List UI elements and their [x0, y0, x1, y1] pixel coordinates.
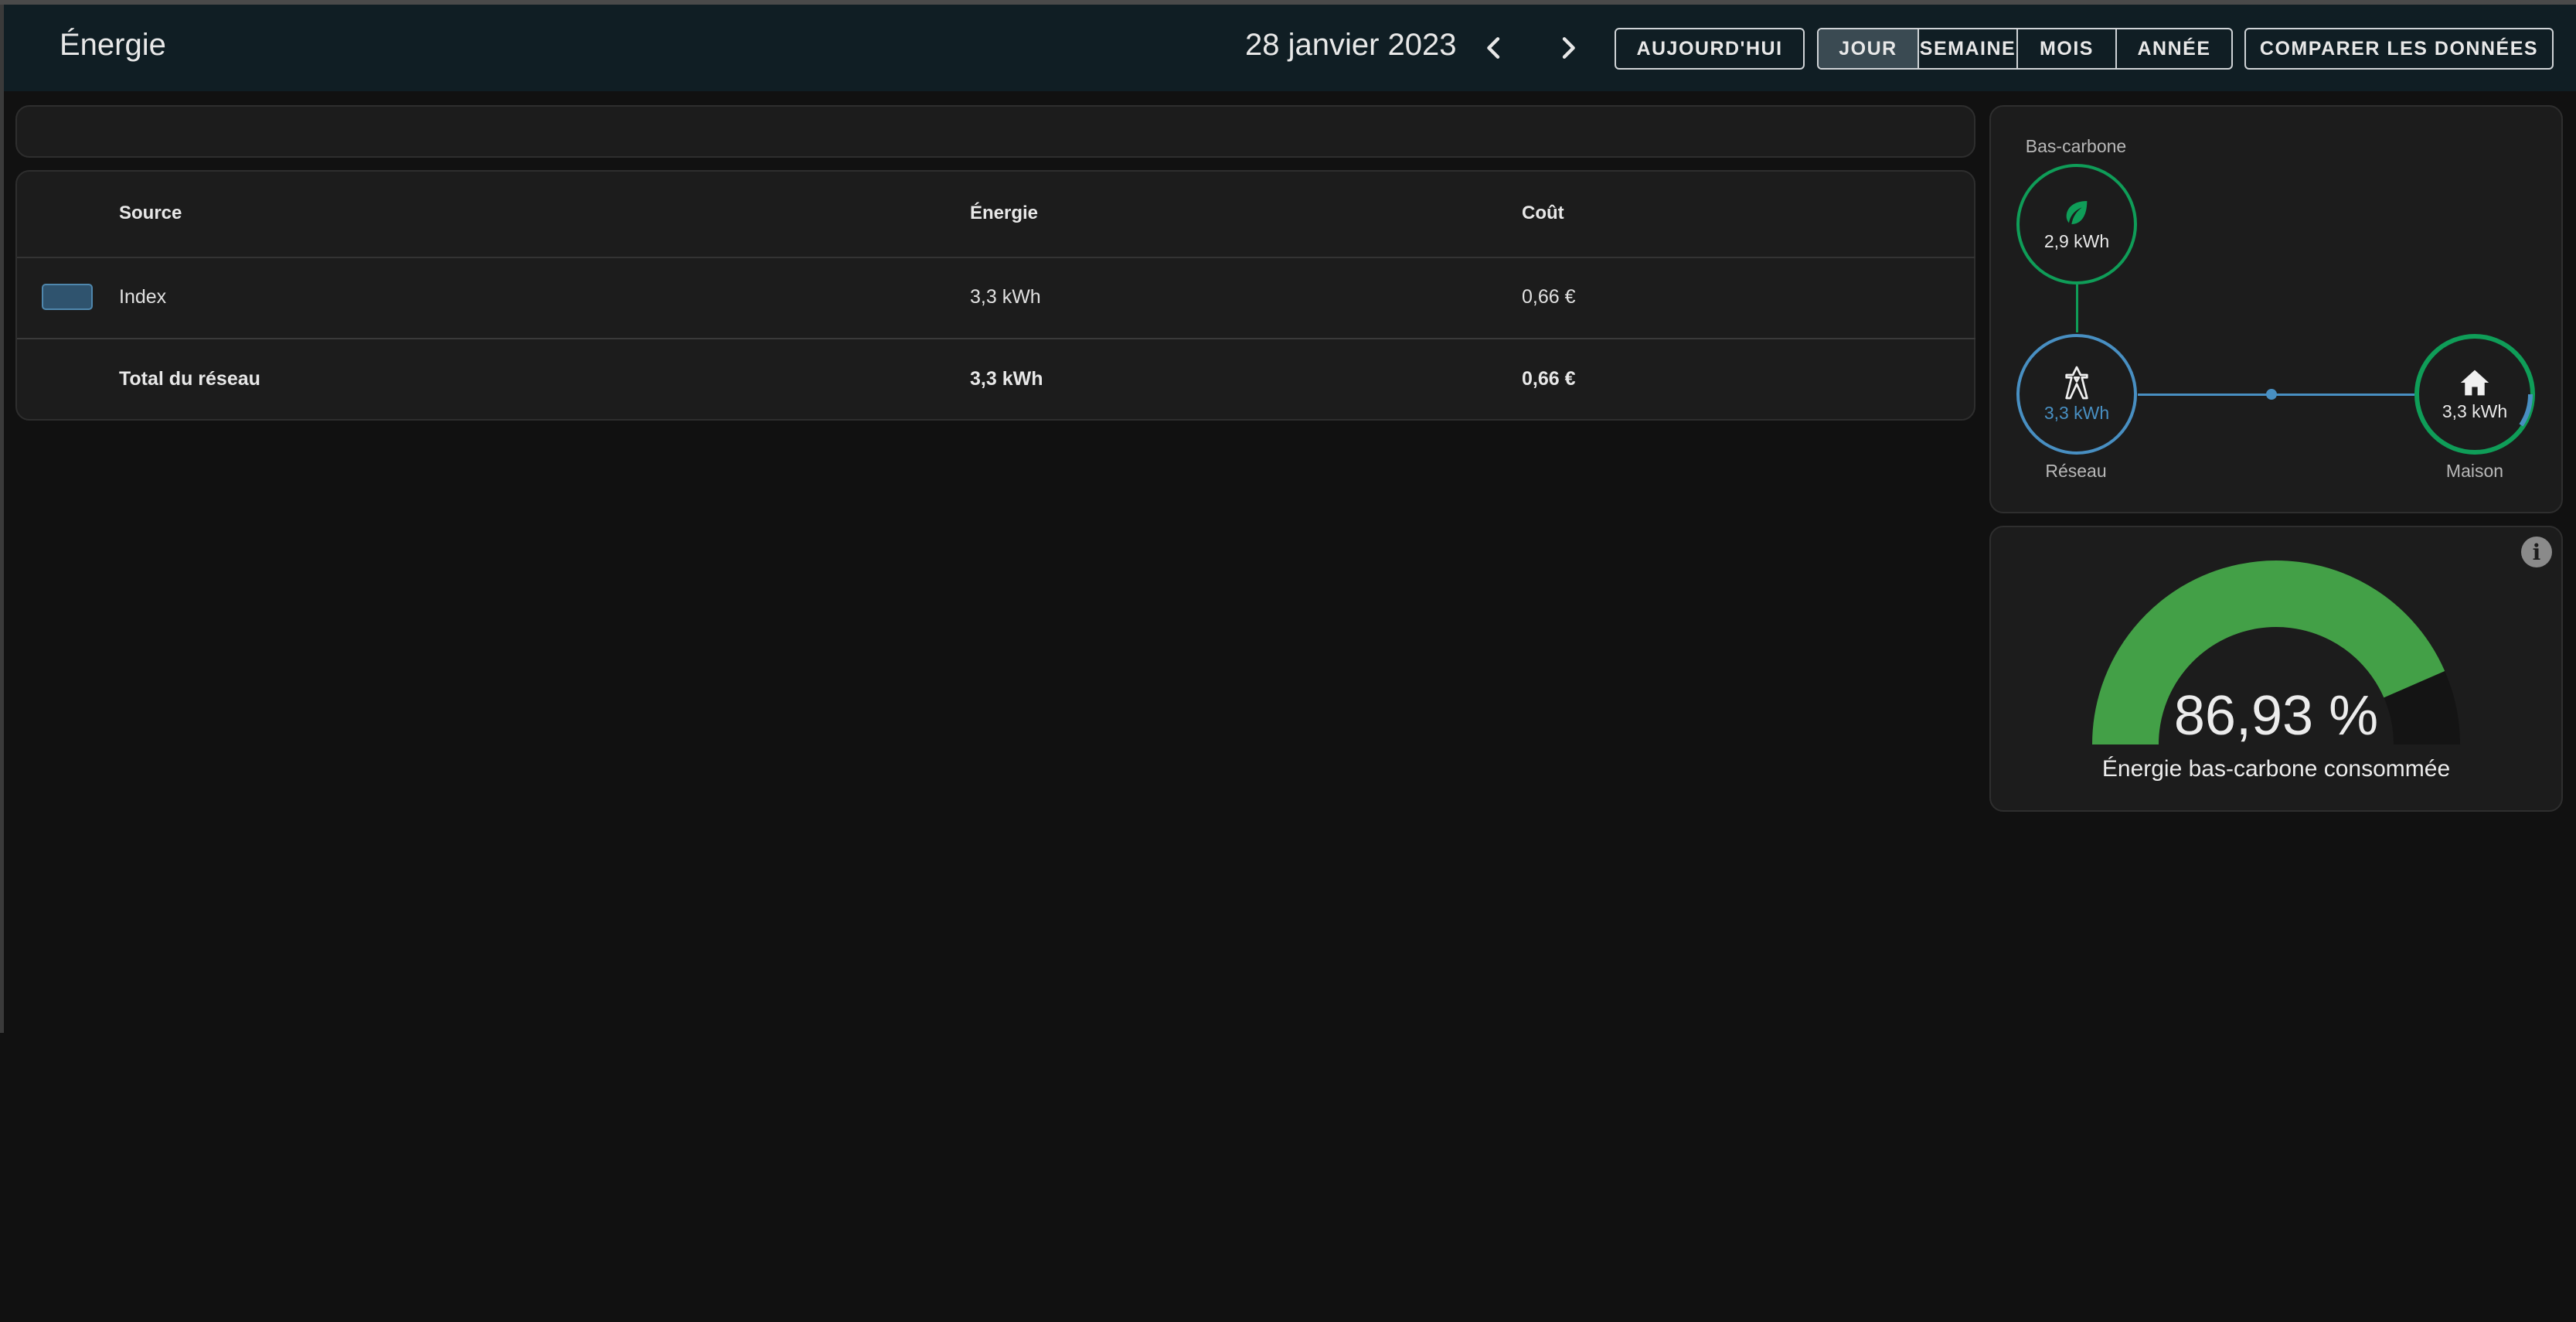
row-energy: 3,3 kWh: [970, 286, 1041, 308]
info-icon[interactable]: i: [2521, 537, 2552, 567]
page-title: Énergie: [60, 28, 166, 62]
period-selector: JOUR SEMAINE MOIS ANNÉE: [1817, 28, 2233, 70]
empty-card: [15, 105, 1975, 158]
grid-node[interactable]: 3,3 kWh: [2016, 334, 2137, 455]
total-divider: [17, 338, 1975, 339]
column-header-cost: Coût: [1522, 203, 1564, 223]
grid-value: 3,3 kWh: [2043, 402, 2110, 423]
gauge-value-text: 86,93 %: [2173, 685, 2379, 747]
flow-dot: [2266, 389, 2277, 400]
window-left-border: [0, 5, 4, 1033]
period-month-button[interactable]: MOIS: [2018, 29, 2117, 68]
grid-label: Réseau: [2045, 461, 2107, 481]
transmission-tower-icon: [2065, 366, 2088, 399]
column-header-energy: Énergie: [970, 203, 1039, 223]
gauge-caption: Énergie bas-carbone consommée: [2101, 756, 2451, 782]
period-year-button[interactable]: ANNÉE: [2117, 29, 2231, 68]
current-date: 28 janvier 2023: [1245, 28, 1457, 62]
period-day-button[interactable]: JOUR: [1819, 29, 1919, 68]
total-cost: 0,66 €: [1522, 368, 1576, 390]
low-carbon-flow-line: [2076, 285, 2078, 332]
low-carbon-node[interactable]: 2,9 kWh: [2016, 164, 2137, 285]
header-divider: [17, 257, 1975, 258]
row-cost: 0,66 €: [1522, 286, 1576, 308]
total-energy: 3,3 kWh: [970, 368, 1043, 390]
top-app-bar: Énergie 28 janvier 2023 AUJOURD'HUI JOUR…: [4, 5, 2576, 91]
period-week-button[interactable]: SEMAINE: [1919, 29, 2018, 68]
chevron-left-icon[interactable]: [1479, 32, 1509, 63]
row-source: Index: [119, 286, 167, 308]
compare-data-button[interactable]: COMPARER LES DONNÉES: [2244, 28, 2554, 70]
column-header-source: Source: [119, 203, 182, 223]
home-ring-grid-segment: [2519, 394, 2533, 427]
today-button[interactable]: AUJOURD'HUI: [1615, 28, 1805, 70]
low-carbon-label: Bas-carbone: [2025, 136, 2127, 156]
home-label: Maison: [2445, 461, 2504, 481]
chevron-right-icon[interactable]: [1553, 32, 1584, 63]
low-carbon-value: 2,9 kWh: [2043, 230, 2110, 251]
source-color-swatch: [42, 284, 93, 310]
total-label: Total du réseau: [119, 368, 260, 390]
leaf-icon: [2066, 200, 2088, 224]
